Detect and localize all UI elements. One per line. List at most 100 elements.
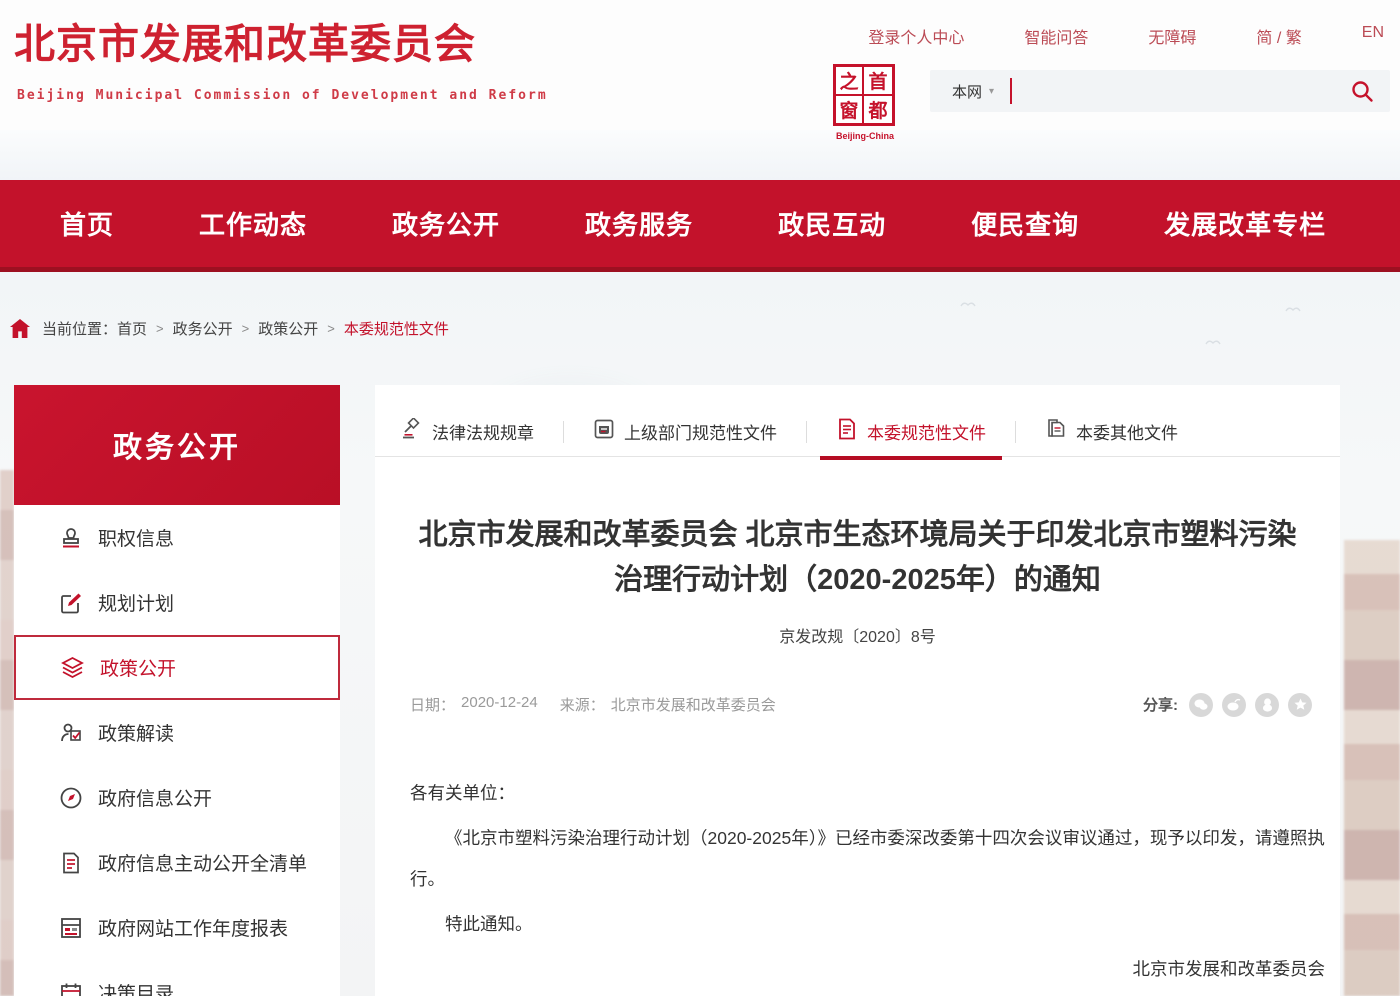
breadcrumb-separator: > [327,321,335,336]
link-smart-qa[interactable]: 智能问答 [1024,24,1088,48]
sidebar-item-label: 政府信息主动公开全清单 [98,849,307,876]
breadcrumb-item-govaffairs[interactable]: 政务公开 [173,318,233,339]
tab-label: 本委其他文件 [1076,419,1178,444]
home-icon[interactable] [10,319,30,338]
seal-char: 之 [836,67,864,96]
doc-icon [836,418,858,445]
sidebar-item-authority-info[interactable]: 职权信息 [14,505,340,570]
date-source: 日期： 2020-12-24 来源： 北京市发展和改革委员会 [410,694,776,715]
breadcrumb-item-home[interactable]: 首页 [117,318,147,339]
tab-label: 本委规范性文件 [867,419,986,444]
sidebar: 政务公开 职权信息 规划计划 政策公开 [14,385,340,996]
tab-divider [1015,421,1016,443]
sidebar-item-policy-interpretation[interactable]: 政策解读 [14,700,340,765]
bird-icon [1205,338,1221,346]
sidebar-item-label: 职权信息 [98,524,174,551]
seal-char: 都 [864,96,892,123]
tab-laws-regulations[interactable]: 法律法规规章 [389,407,546,457]
tab-commission-normative-documents[interactable]: 本委规范性文件 [824,407,998,457]
stamp-icon [58,525,83,550]
tab-label: 上级部门规范性文件 [624,419,777,444]
search-cursor [1010,78,1012,104]
sidebar-item-proactive-disclosure-list[interactable]: 政府信息主动公开全清单 [14,830,340,895]
calendar-icon [58,980,83,996]
gavel-icon [401,418,423,445]
nav-item-government-services[interactable]: 政务服务 [585,205,693,242]
tab-commission-other-documents[interactable]: 本委其他文件 [1033,407,1190,457]
tab-divider [563,421,564,443]
sidebar-item-gov-info-disclosure[interactable]: 政府信息公开 [14,765,340,830]
page: 北京市发展和改革委员会 Beijing Municipal Commission… [0,0,1400,996]
salutation: 各有关单位： [410,773,1325,814]
sidebar-item-label: 政策公开 [100,654,176,681]
breadcrumb-item-policy[interactable]: 政策公开 [258,318,318,339]
sidebar-item-planning[interactable]: 规划计划 [14,570,340,635]
sidebar-item-decision-catalog[interactable]: 决策目录 [14,960,340,996]
link-simplified-traditional[interactable]: 简 / 繁 [1256,24,1301,48]
tab-label: 法律法规规章 [432,419,534,444]
compass-icon [58,785,83,810]
sidebar-title: 政务公开 [14,385,340,505]
paragraph: 《北京市塑料污染治理行动计划（2020-2025年）》已经市委深改委第十四次会议… [410,818,1325,900]
breadcrumb: 当前位置： 首页 > 政务公开 > 政策公开 > 本委规范性文件 [10,318,449,339]
inbox-doc-icon [593,418,615,445]
date-label: 日期： [410,694,455,715]
site-header: 北京市发展和改革委员会 Beijing Municipal Commission… [0,0,1400,180]
breadcrumb-label: 当前位置： [42,318,117,339]
link-login-personal-center[interactable]: 登录个人中心 [868,24,964,48]
tab-superior-normative-documents[interactable]: 上级部门规范性文件 [581,407,789,457]
bird-icon [1285,305,1301,313]
doc-list-icon [58,850,83,875]
sidebar-item-label: 政府网站工作年度报表 [98,914,288,941]
search-input[interactable] [1020,83,1350,100]
main-navigation: 首页 工作动态 政务公开 政务服务 政民互动 便民查询 发展改革专栏 [0,180,1400,272]
link-accessibility[interactable]: 无障碍 [1148,24,1196,48]
search-bar: 本网 ▾ [930,70,1390,112]
nav-item-public-interaction[interactable]: 政民互动 [778,205,886,242]
sidebar-item-policy-disclosure[interactable]: 政策公开 [14,635,340,700]
share-bar: 分享: [1143,693,1312,717]
sidebar-item-label: 政府信息公开 [98,784,212,811]
date-value: 2020-12-24 [461,694,538,715]
chevron-down-icon: ▾ [989,86,994,97]
left-photo-edge [0,470,14,996]
site-title: 北京市发展和改革委员会 [14,10,476,70]
document-number: 京发改规〔2020〕8号 [375,623,1340,647]
tab-divider [806,421,807,443]
nav-item-government-affairs[interactable]: 政务公开 [392,205,500,242]
breadcrumb-separator: > [242,321,250,336]
sidebar-item-label: 政策解读 [98,719,174,746]
bird-icon [960,300,976,308]
capital-window-seal-icon[interactable]: 之 首 窗 都 [833,64,895,126]
qq-icon[interactable] [1255,693,1279,717]
report-icon [58,915,83,940]
docs-icon [1045,418,1067,445]
breadcrumb-separator: > [156,321,164,336]
wechat-icon[interactable] [1189,693,1213,717]
source-value: 北京市发展和改革委员会 [611,694,776,715]
person-pen-icon [58,720,83,745]
nav-item-reform-column[interactable]: 发展改革专栏 [1164,205,1326,242]
article-title: 北京市发展和改革委员会 北京市生态环境局关于印发北京市塑料污染治理行动计划（20… [408,513,1308,603]
share-label: 分享: [1143,694,1178,715]
article-meta: 日期： 2020-12-24 来源： 北京市发展和改革委员会 分享: [375,693,1340,717]
search-icon[interactable] [1350,79,1374,103]
nav-item-home[interactable]: 首页 [60,205,114,242]
link-english[interactable]: EN [1362,24,1384,48]
utility-links: 登录个人中心 智能问答 无障碍 简 / 繁 EN [868,24,1384,48]
search-scope-dropdown[interactable]: 本网 ▾ [952,81,994,102]
search-scope-label: 本网 [952,81,982,102]
sidebar-item-website-annual-report[interactable]: 政府网站工作年度报表 [14,895,340,960]
sidebar-item-label: 规划计划 [98,589,174,616]
seal-char: 窗 [836,96,864,123]
nav-item-work-dynamics[interactable]: 工作动态 [199,205,307,242]
content-panel: 法律法规规章 上级部门规范性文件 本委规范性文件 [375,385,1340,996]
weibo-icon[interactable] [1222,693,1246,717]
nav-item-convenience-query[interactable]: 便民查询 [971,205,1079,242]
sidebar-item-label: 决策目录 [98,979,174,996]
document-category-tabs: 法律法规规章 上级部门规范性文件 本委规范性文件 [375,385,1340,457]
source-label: 来源： [560,694,605,715]
seal-char: 首 [864,67,892,96]
right-photo-edge [1344,540,1400,996]
star-icon[interactable] [1288,693,1312,717]
